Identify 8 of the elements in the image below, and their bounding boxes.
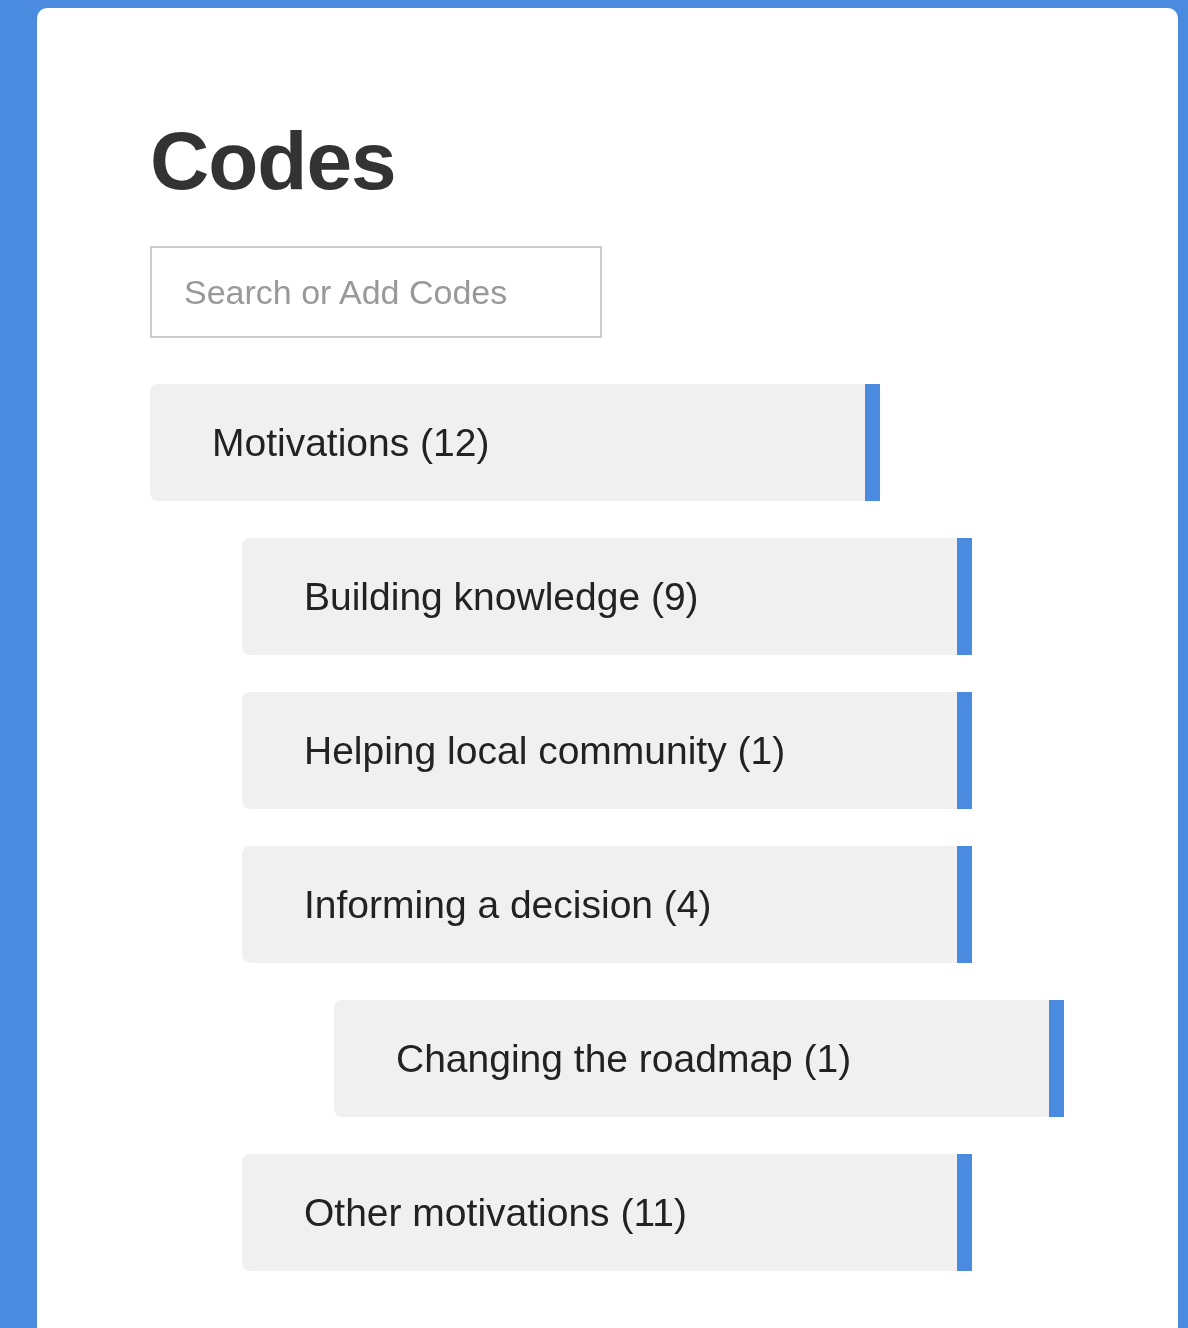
code-item[interactable]: Changing the roadmap (1) xyxy=(334,1000,1064,1117)
code-item[interactable]: Other motivations (11) xyxy=(242,1154,972,1271)
panel-title: Codes xyxy=(150,120,397,202)
search-field[interactable]: Search or Add Codes xyxy=(150,246,602,338)
code-item[interactable]: Informing a decision (4) xyxy=(242,846,972,963)
code-item[interactable]: Building knowledge (9) xyxy=(242,538,972,655)
code-item[interactable]: Helping local community (1) xyxy=(242,692,972,809)
code-item[interactable]: Motivations (12) xyxy=(150,384,880,501)
